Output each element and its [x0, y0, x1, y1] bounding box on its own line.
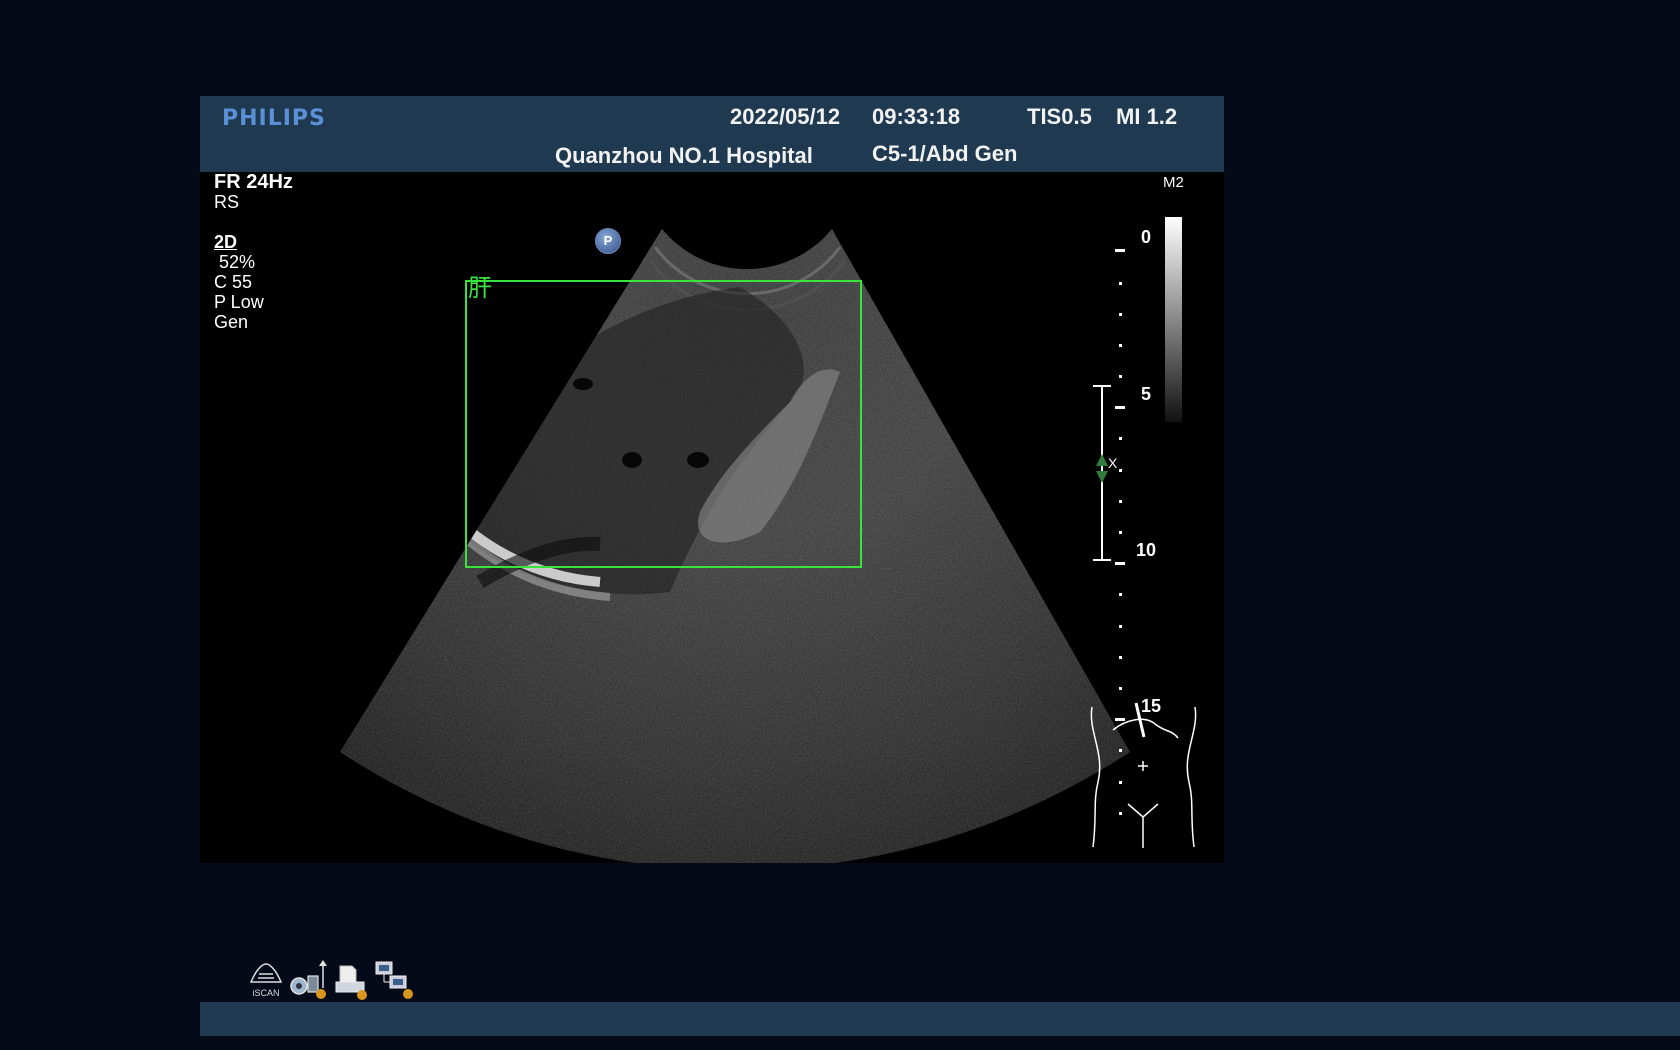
tis-value: TIS0.5	[1027, 104, 1092, 129]
ultrasound-scan[interactable]	[200, 172, 1224, 863]
power-value: P Low	[214, 292, 264, 312]
print-icon[interactable]	[334, 960, 370, 1000]
grayscale-map-label: M2	[1163, 174, 1184, 191]
bottom-status-bar	[200, 1002, 1680, 1036]
iscan-caption: iSCAN	[252, 988, 279, 998]
frame-rate: FR 24Hz	[214, 172, 293, 193]
hospital-name: Quanzhou NO.1 Hospital	[555, 143, 813, 168]
optimization-value: Gen	[214, 312, 249, 332]
exam-date: 2022/05/12	[730, 104, 841, 129]
compression-value: C 55	[214, 272, 253, 292]
gain-value: 52%	[214, 252, 256, 272]
annotation-label[interactable]: 肝	[468, 268, 492, 303]
network-icon[interactable]	[374, 958, 416, 1000]
p-badge-icon: P	[595, 228, 621, 254]
usb-disk-icon[interactable]	[288, 958, 330, 1000]
imaging-mode: 2D	[214, 232, 238, 252]
depth-mark-15: 15	[1141, 696, 1162, 716]
iscan-icon[interactable]: iSCAN	[248, 960, 284, 1000]
grayscale-map-bar	[1165, 217, 1182, 422]
depth-mark-5: 5	[1141, 384, 1152, 404]
ultrasound-image-area[interactable]: FR 24Hz RS 2D 52% C 55 P Low Gen 肝 P M2 …	[200, 172, 1224, 863]
exam-time: 09:33:18	[872, 104, 961, 129]
philips-logo: PHILIPS	[222, 106, 326, 131]
depth-mark-0: 0	[1141, 227, 1152, 247]
header-bar: PHILIPS 2022/05/12 09:33:18 TIS0.5 MI 1.…	[200, 96, 1224, 172]
focus-marker-label: X	[1108, 455, 1118, 471]
depth-mark-10: 10	[1136, 540, 1157, 560]
probe-preset: C5-1/Abd Gen	[872, 141, 1018, 166]
resolution-setting: RS	[214, 192, 240, 212]
mi-value: MI 1.2	[1116, 104, 1178, 129]
